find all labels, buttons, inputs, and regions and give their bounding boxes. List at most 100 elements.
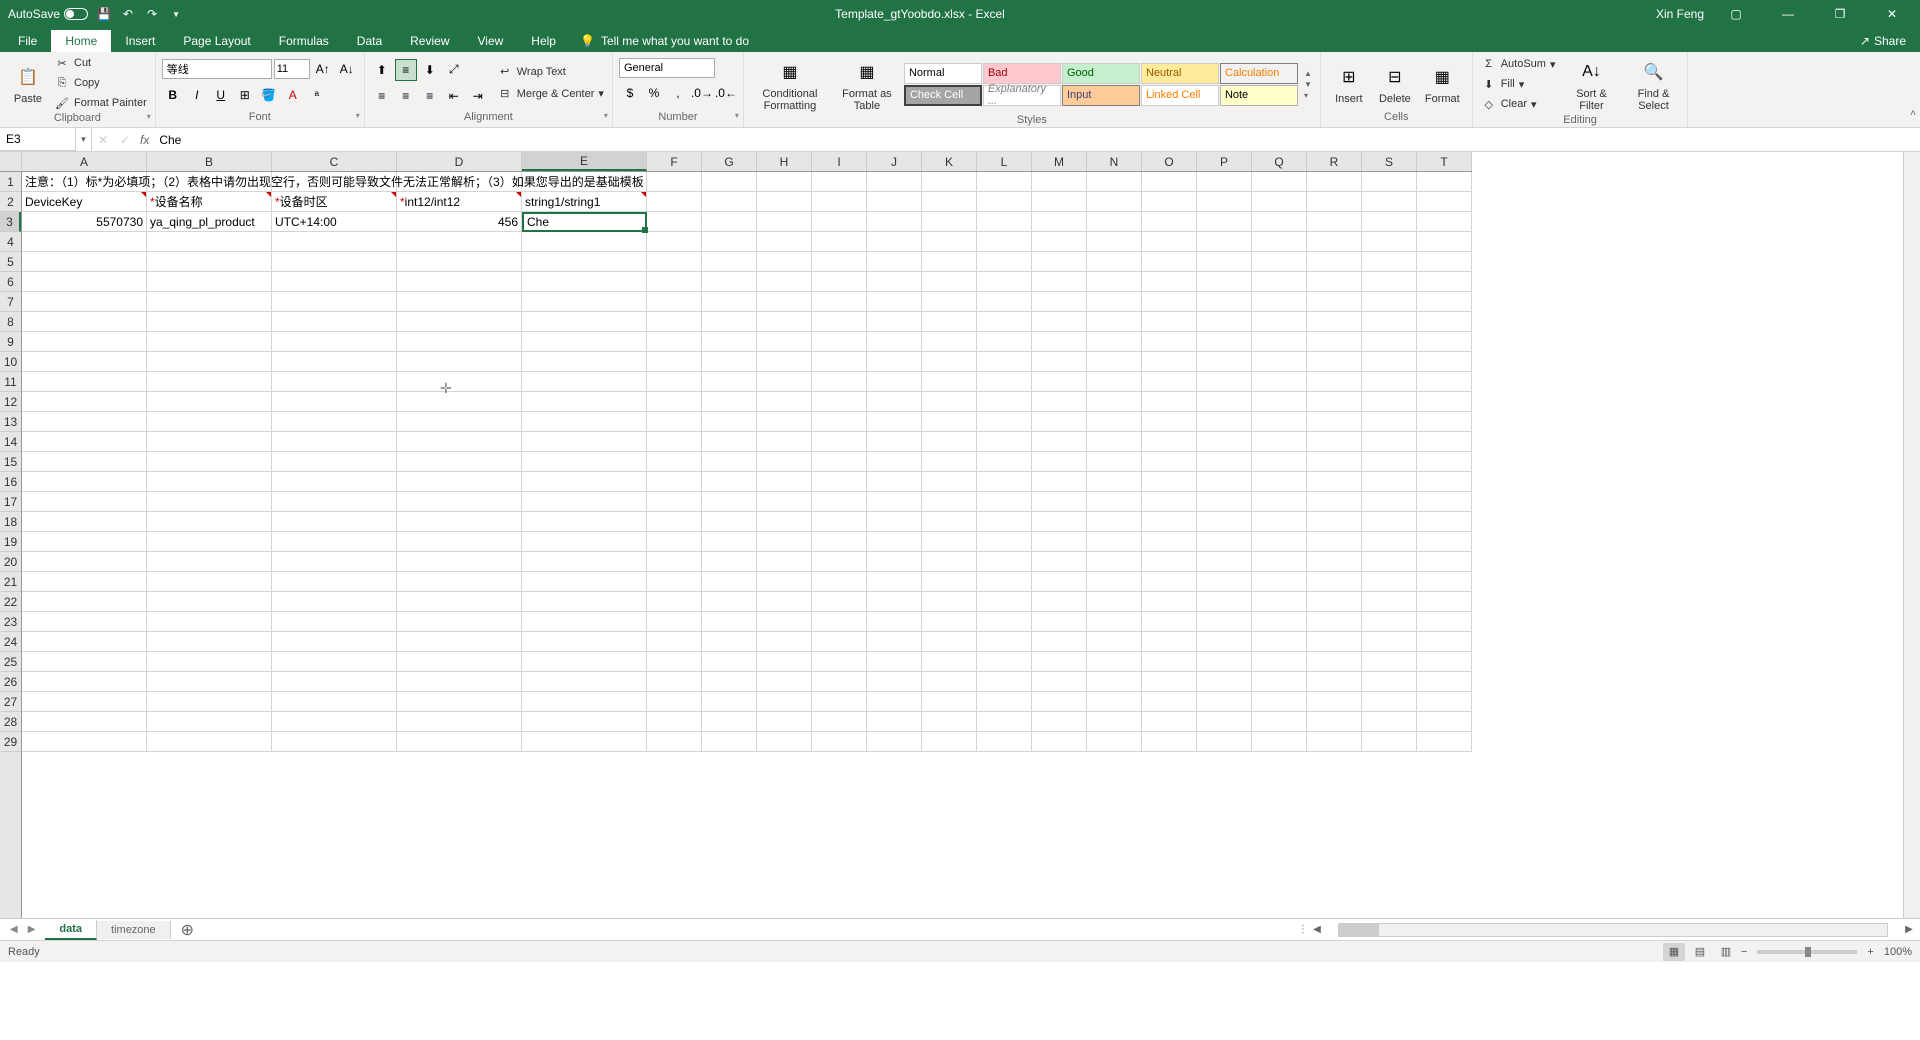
cell-E29[interactable] bbox=[522, 732, 647, 752]
cell-G28[interactable] bbox=[702, 712, 757, 732]
cell-D5[interactable] bbox=[397, 252, 522, 272]
cell-R14[interactable] bbox=[1307, 432, 1362, 452]
cell-N12[interactable] bbox=[1087, 392, 1142, 412]
cell-I13[interactable] bbox=[812, 412, 867, 432]
hscroll-left-icon[interactable]: ◀ bbox=[1310, 924, 1324, 935]
cell-G13[interactable] bbox=[702, 412, 757, 432]
cell-O27[interactable] bbox=[1142, 692, 1197, 712]
cell-C10[interactable] bbox=[272, 352, 397, 372]
enter-formula-icon[interactable]: ✓ bbox=[114, 128, 136, 151]
format-as-table-button[interactable]: ▦ Format as Table bbox=[834, 54, 900, 114]
decrease-font-icon[interactable]: A↓ bbox=[336, 58, 358, 80]
col-header-D[interactable]: D bbox=[397, 152, 522, 171]
cell-E9[interactable] bbox=[522, 332, 647, 352]
style-input[interactable]: Input bbox=[1062, 85, 1140, 106]
cell-G23[interactable] bbox=[702, 612, 757, 632]
cell-Q13[interactable] bbox=[1252, 412, 1307, 432]
cell-H19[interactable] bbox=[757, 532, 812, 552]
col-header-S[interactable]: S bbox=[1362, 152, 1417, 171]
cell-P11[interactable] bbox=[1197, 372, 1252, 392]
cell-C18[interactable] bbox=[272, 512, 397, 532]
cell-N26[interactable] bbox=[1087, 672, 1142, 692]
col-header-K[interactable]: K bbox=[922, 152, 977, 171]
cell-B11[interactable] bbox=[147, 372, 272, 392]
cell-L16[interactable] bbox=[977, 472, 1032, 492]
styles-more-icon[interactable]: ▾ bbox=[1304, 91, 1312, 100]
row-header-27[interactable]: 27 bbox=[0, 692, 21, 712]
cell-K4[interactable] bbox=[922, 232, 977, 252]
cell-F28[interactable] bbox=[647, 712, 702, 732]
cell-L8[interactable] bbox=[977, 312, 1032, 332]
cell-N2[interactable] bbox=[1087, 192, 1142, 212]
cell-L6[interactable] bbox=[977, 272, 1032, 292]
cell-E18[interactable] bbox=[522, 512, 647, 532]
save-icon[interactable]: 💾 bbox=[96, 6, 112, 22]
style-calculation[interactable]: Calculation bbox=[1220, 63, 1298, 84]
cell-T20[interactable] bbox=[1417, 552, 1472, 572]
cell-A18[interactable] bbox=[22, 512, 147, 532]
cell-D27[interactable] bbox=[397, 692, 522, 712]
cell-N8[interactable] bbox=[1087, 312, 1142, 332]
cell-T25[interactable] bbox=[1417, 652, 1472, 672]
cell-C7[interactable] bbox=[272, 292, 397, 312]
cell-D3[interactable]: 456 bbox=[397, 212, 522, 232]
format-cells-button[interactable]: ▦Format bbox=[1419, 59, 1466, 107]
cell-H24[interactable] bbox=[757, 632, 812, 652]
row-header-2[interactable]: 2 bbox=[0, 192, 21, 212]
cell-P23[interactable] bbox=[1197, 612, 1252, 632]
cell-J24[interactable] bbox=[867, 632, 922, 652]
name-box-dropdown-icon[interactable]: ▼ bbox=[76, 128, 92, 151]
cell-C12[interactable] bbox=[272, 392, 397, 412]
cell-S9[interactable] bbox=[1362, 332, 1417, 352]
cell-S4[interactable] bbox=[1362, 232, 1417, 252]
cell-B7[interactable] bbox=[147, 292, 272, 312]
cell-H15[interactable] bbox=[757, 452, 812, 472]
cell-F12[interactable] bbox=[647, 392, 702, 412]
user-name[interactable]: Xin Feng bbox=[1656, 7, 1704, 21]
cell-R22[interactable] bbox=[1307, 592, 1362, 612]
cell-R2[interactable] bbox=[1307, 192, 1362, 212]
row-header-7[interactable]: 7 bbox=[0, 292, 21, 312]
cell-A14[interactable] bbox=[22, 432, 147, 452]
cell-G16[interactable] bbox=[702, 472, 757, 492]
cell-E11[interactable] bbox=[522, 372, 647, 392]
cell-P8[interactable] bbox=[1197, 312, 1252, 332]
cell-O4[interactable] bbox=[1142, 232, 1197, 252]
cell-Q21[interactable] bbox=[1252, 572, 1307, 592]
cell-Q14[interactable] bbox=[1252, 432, 1307, 452]
zoom-slider[interactable] bbox=[1757, 950, 1857, 954]
cell-E19[interactable] bbox=[522, 532, 647, 552]
cell-D23[interactable] bbox=[397, 612, 522, 632]
cell-K13[interactable] bbox=[922, 412, 977, 432]
cell-A1[interactable]: 注意：（1）标*为必填项；（2）表格中请勿出现空行，否则可能导致文件无法正常解析… bbox=[22, 172, 647, 192]
cell-N14[interactable] bbox=[1087, 432, 1142, 452]
tell-me-search[interactable]: 💡 Tell me what you want to do bbox=[570, 30, 759, 52]
cell-P29[interactable] bbox=[1197, 732, 1252, 752]
cell-P21[interactable] bbox=[1197, 572, 1252, 592]
cell-H17[interactable] bbox=[757, 492, 812, 512]
cell-T7[interactable] bbox=[1417, 292, 1472, 312]
cell-B6[interactable] bbox=[147, 272, 272, 292]
cell-A23[interactable] bbox=[22, 612, 147, 632]
hscroll-right-icon[interactable]: ▶ bbox=[1902, 924, 1916, 935]
cell-N16[interactable] bbox=[1087, 472, 1142, 492]
cell-K14[interactable] bbox=[922, 432, 977, 452]
cell-M2[interactable] bbox=[1032, 192, 1087, 212]
cell-T16[interactable] bbox=[1417, 472, 1472, 492]
font-size-select[interactable] bbox=[274, 59, 310, 79]
cell-E15[interactable] bbox=[522, 452, 647, 472]
cell-D22[interactable] bbox=[397, 592, 522, 612]
cell-Q20[interactable] bbox=[1252, 552, 1307, 572]
row-header-26[interactable]: 26 bbox=[0, 672, 21, 692]
cell-D10[interactable] bbox=[397, 352, 522, 372]
cell-I5[interactable] bbox=[812, 252, 867, 272]
comma-format-icon[interactable]: , bbox=[667, 82, 689, 104]
tab-file[interactable]: File bbox=[4, 30, 51, 52]
cell-H5[interactable] bbox=[757, 252, 812, 272]
cell-G2[interactable] bbox=[702, 192, 757, 212]
cell-K1[interactable] bbox=[922, 172, 977, 192]
cell-S6[interactable] bbox=[1362, 272, 1417, 292]
bold-button[interactable]: B bbox=[162, 84, 184, 106]
col-header-C[interactable]: C bbox=[272, 152, 397, 171]
cell-A15[interactable] bbox=[22, 452, 147, 472]
